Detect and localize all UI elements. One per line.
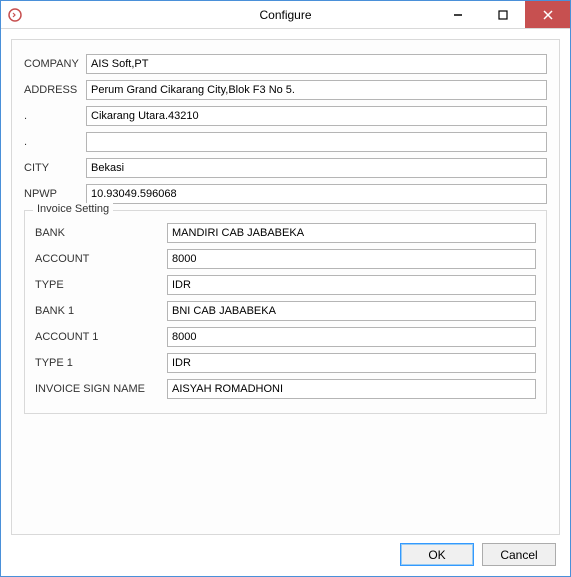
- bank1-input[interactable]: [167, 301, 536, 321]
- close-icon: [543, 10, 553, 20]
- address2-label: .: [24, 110, 86, 122]
- account-label: ACCOUNT: [35, 253, 167, 265]
- main-panel: COMPANY ADDRESS . . CITY NPWP: [11, 39, 560, 535]
- address2-input[interactable]: [86, 106, 547, 126]
- npwp-label: NPWP: [24, 188, 86, 200]
- minimize-button[interactable]: [435, 1, 480, 28]
- titlebar: Configure: [1, 1, 570, 29]
- app-icon: [5, 1, 25, 28]
- invoice-setting-legend: Invoice Setting: [33, 203, 113, 215]
- client-area: COMPANY ADDRESS . . CITY NPWP: [1, 29, 570, 576]
- cancel-button[interactable]: Cancel: [482, 543, 556, 566]
- type-input[interactable]: [167, 275, 536, 295]
- type1-input[interactable]: [167, 353, 536, 373]
- invoice-sign-name-label: INVOICE SIGN NAME: [35, 383, 167, 395]
- city-input[interactable]: [86, 158, 547, 178]
- bank-label: BANK: [35, 227, 167, 239]
- bank-input[interactable]: [167, 223, 536, 243]
- bank1-label: BANK 1: [35, 305, 167, 317]
- dialog-footer: OK Cancel: [11, 535, 560, 568]
- company-label: COMPANY: [24, 58, 86, 70]
- account1-input[interactable]: [167, 327, 536, 347]
- minimize-icon: [453, 10, 463, 20]
- invoice-setting-group: Invoice Setting BANK ACCOUNT TYPE BANK 1: [24, 210, 547, 414]
- invoice-sign-name-input[interactable]: [167, 379, 536, 399]
- npwp-input[interactable]: [86, 184, 547, 204]
- address3-input[interactable]: [86, 132, 547, 152]
- ok-button[interactable]: OK: [400, 543, 474, 566]
- address-label: ADDRESS: [24, 84, 86, 96]
- city-label: CITY: [24, 162, 86, 174]
- account-input[interactable]: [167, 249, 536, 269]
- address-input[interactable]: [86, 80, 547, 100]
- address3-label: .: [24, 136, 86, 148]
- type1-label: TYPE 1: [35, 357, 167, 369]
- maximize-button[interactable]: [480, 1, 525, 28]
- account1-label: ACCOUNT 1: [35, 331, 167, 343]
- configure-window: Configure COMPANY ADDRESS .: [0, 0, 571, 577]
- close-button[interactable]: [525, 1, 570, 28]
- window-controls: [435, 1, 570, 28]
- company-input[interactable]: [86, 54, 547, 74]
- type-label: TYPE: [35, 279, 167, 291]
- maximize-icon: [498, 10, 508, 20]
